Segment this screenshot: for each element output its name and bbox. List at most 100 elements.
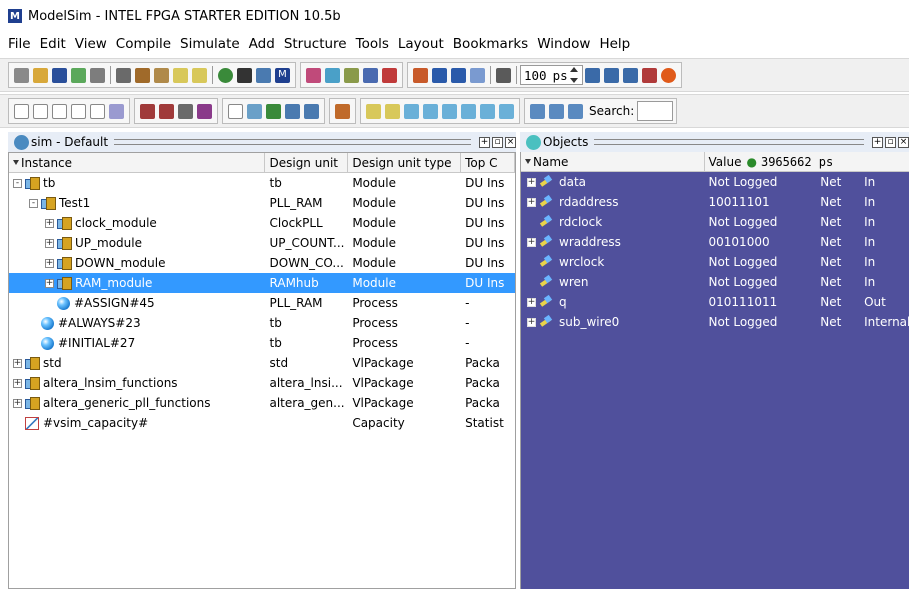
col-instance[interactable]: Instance: [9, 153, 266, 173]
cursor-icon[interactable]: [499, 103, 514, 119]
simulate-icon[interactable]: [344, 67, 359, 83]
wand-icon[interactable]: [109, 103, 124, 119]
previous-edge-icon[interactable]: [423, 103, 438, 119]
collapse-icon[interactable]: -: [29, 198, 38, 208]
menu-bookmarks[interactable]: Bookmarks: [453, 36, 528, 52]
object-row[interactable]: + sub_wire0 Not Logged Net Internal: [521, 312, 909, 332]
expand-icon[interactable]: +: [13, 378, 22, 388]
run-icon[interactable]: [218, 67, 233, 83]
force-io-icon[interactable]: [52, 103, 67, 119]
object-row[interactable]: + wraddress 00101000 Net In: [521, 232, 909, 252]
panel-grip[interactable]: [594, 139, 864, 145]
menu-compile[interactable]: Compile: [116, 36, 171, 52]
new-file-icon[interactable]: [14, 67, 29, 83]
pan-icon[interactable]: [266, 103, 281, 119]
continue-run-icon[interactable]: [603, 67, 619, 83]
menu-layout[interactable]: Layout: [398, 36, 444, 52]
falling-edge-icon[interactable]: [385, 103, 400, 119]
search-input[interactable]: [637, 101, 674, 121]
step-over-icon[interactable]: [549, 103, 564, 119]
panel-add-icon[interactable]: +: [479, 136, 490, 148]
instance-row[interactable]: #ALWAYS#23 tb Process -: [9, 313, 515, 333]
bar-chart-icon[interactable]: [285, 103, 300, 119]
object-row[interactable]: + q 010111011 Net Out: [521, 292, 909, 312]
col-design-unit[interactable]: Design unit: [265, 153, 349, 173]
insert-signal-icon[interactable]: [159, 103, 174, 119]
back-arrow-icon[interactable]: [451, 67, 466, 83]
force-1-icon[interactable]: [14, 103, 29, 119]
up-arrow-icon[interactable]: [432, 67, 447, 83]
instance-row[interactable]: + altera_lnsim_functions altera_lnsi... VlP…: [9, 373, 515, 393]
expand-icon[interactable]: +: [527, 317, 536, 327]
instance-row[interactable]: #INITIAL#27 tb Process -: [9, 333, 515, 353]
menu-structure[interactable]: Structure: [284, 36, 347, 52]
cut-icon[interactable]: [116, 67, 131, 83]
object-row[interactable]: wrclock Not Logged Net In: [521, 252, 909, 272]
menu-window[interactable]: Window: [537, 36, 590, 52]
menu-tools[interactable]: Tools: [356, 36, 389, 52]
force-all-icon[interactable]: [90, 103, 105, 119]
paste-icon[interactable]: [154, 67, 169, 83]
step-into-icon[interactable]: [530, 103, 545, 119]
force-0-icon[interactable]: [33, 103, 48, 119]
object-row[interactable]: rdclock Not Logged Net In: [521, 212, 909, 232]
stop-icon[interactable]: [660, 67, 676, 83]
structure-icon[interactable]: [256, 67, 271, 83]
panel-undock-icon[interactable]: ▫: [492, 136, 503, 148]
instance-row[interactable]: + DOWN_module DOWN_CO... Module DU Ins: [9, 253, 515, 273]
first-edge-icon[interactable]: [442, 103, 457, 119]
redo-icon[interactable]: [192, 67, 207, 83]
run-length-spinner[interactable]: [569, 67, 579, 83]
transition-icon[interactable]: [480, 103, 495, 119]
panel-close-icon[interactable]: ×: [505, 136, 516, 148]
expand-icon[interactable]: +: [45, 218, 54, 228]
undo-icon[interactable]: [173, 67, 188, 83]
force-x-icon[interactable]: [71, 103, 86, 119]
object-row[interactable]: wren Not Logged Net In: [521, 272, 909, 292]
instance-row[interactable]: #vsim_capacity# Capacity Statist: [9, 413, 515, 433]
menu-file[interactable]: File: [8, 36, 31, 52]
break-run-icon[interactable]: [641, 67, 657, 83]
next-edge-icon[interactable]: [404, 103, 419, 119]
instance-row[interactable]: - tb tb Module DU Ins: [9, 173, 515, 193]
compile-all-icon[interactable]: [325, 67, 340, 83]
expand-icon[interactable]: +: [527, 237, 536, 247]
object-row[interactable]: + data Not Logged Net In: [521, 172, 909, 192]
run-icon[interactable]: [584, 67, 600, 83]
step-out-icon[interactable]: [568, 103, 583, 119]
end-simulation-icon[interactable]: [382, 67, 397, 83]
menu-help[interactable]: Help: [599, 36, 630, 52]
expand-icon[interactable]: +: [45, 238, 54, 248]
panel-close-icon[interactable]: ×: [898, 136, 909, 148]
instance-row[interactable]: - Test1 PLL_RAM Module DU Ins: [9, 193, 515, 213]
reload-icon[interactable]: [71, 67, 86, 83]
last-edge-icon[interactable]: [461, 103, 476, 119]
col-top-category[interactable]: Top C: [461, 153, 515, 173]
panel-grip[interactable]: [114, 139, 471, 145]
modelsim-icon[interactable]: M: [275, 67, 290, 83]
save-icon[interactable]: [52, 67, 67, 83]
print-icon[interactable]: [90, 67, 105, 83]
col-design-unit-type[interactable]: Design unit type: [348, 153, 462, 173]
menu-edit[interactable]: Edit: [40, 36, 66, 52]
zoom-mode-icon[interactable]: [247, 103, 262, 119]
expand-icon[interactable]: +: [527, 197, 536, 207]
instance-row[interactable]: + altera_generic_pll_functions altera_gen.…: [9, 393, 515, 413]
object-row[interactable]: + rdaddress 10011101 Net In: [521, 192, 909, 212]
col-name[interactable]: Name: [521, 152, 705, 172]
copy-icon[interactable]: [135, 67, 150, 83]
wave-edit-icon[interactable]: [197, 103, 212, 119]
select-pointer-icon[interactable]: [228, 103, 243, 119]
instance-row[interactable]: #ASSIGN#45 PLL_RAM Process -: [9, 293, 515, 313]
expand-icon[interactable]: +: [45, 258, 54, 268]
expand-icon[interactable]: +: [527, 297, 536, 307]
menu-add[interactable]: Add: [249, 36, 275, 52]
dataflow-icon[interactable]: [335, 103, 350, 119]
cut-signal-icon[interactable]: [140, 103, 155, 119]
instance-row[interactable]: + UP_module UP_COUNT... Module DU Ins: [9, 233, 515, 253]
run-length-field[interactable]: 100 ps: [520, 65, 583, 85]
expand-icon[interactable]: +: [45, 278, 54, 288]
rising-edge-icon[interactable]: [366, 103, 381, 119]
instance-row[interactable]: + clock_module ClockPLL Module DU Ins: [9, 213, 515, 233]
col-value[interactable]: Value ● 3965662 ps: [705, 152, 909, 172]
